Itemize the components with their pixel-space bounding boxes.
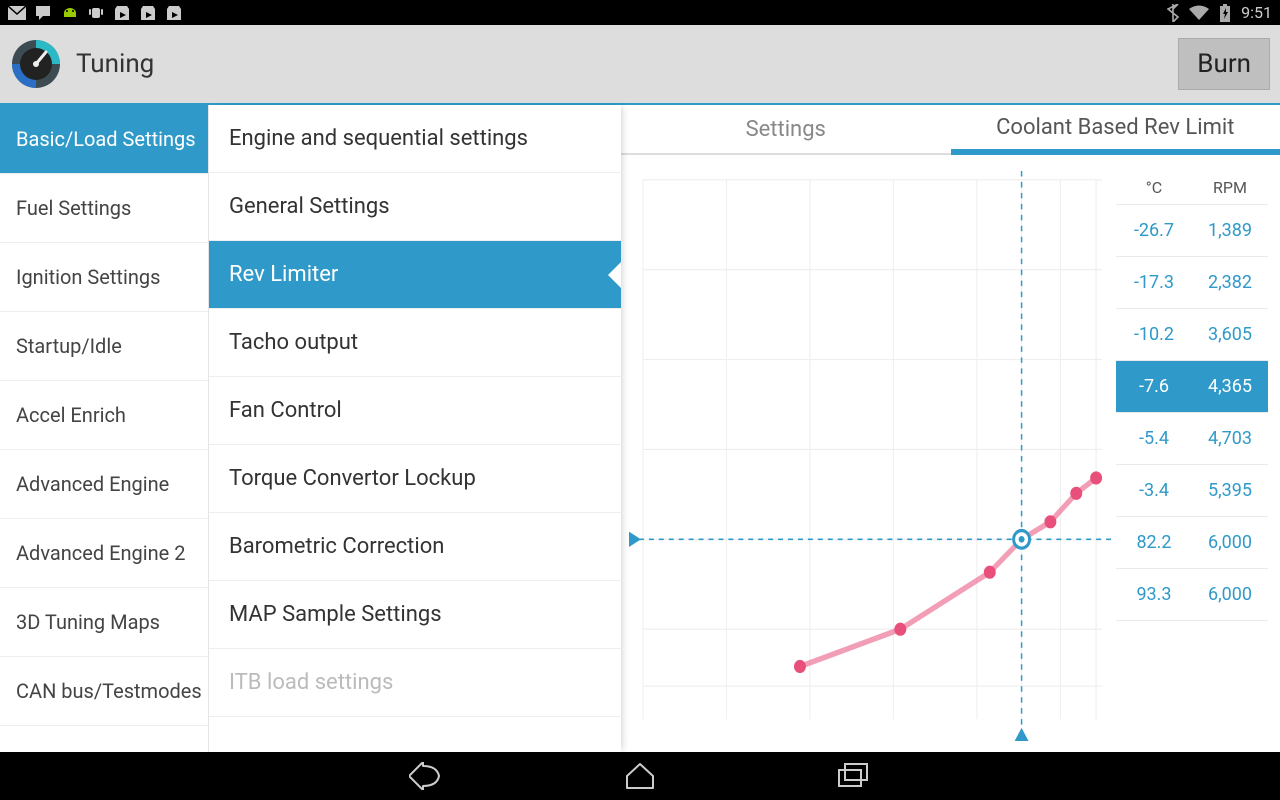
subsetting-item[interactable]: MAP Sample Settings [209, 581, 621, 649]
category-item[interactable]: Ignition Settings [0, 243, 208, 312]
subsetting-item[interactable]: Tacho output [209, 309, 621, 377]
category-item[interactable]: Accel Enrich [0, 381, 208, 450]
category-item[interactable]: Startup/Idle [0, 312, 208, 381]
data-row[interactable]: -10.23,605 [1116, 309, 1268, 361]
cell-celsius: -26.7 [1116, 220, 1192, 241]
data-table-header: °C RPM [1116, 171, 1268, 205]
wifi-icon [1189, 5, 1209, 21]
cell-celsius: -3.4 [1116, 480, 1192, 501]
category-item[interactable]: Fuel Settings [0, 174, 208, 243]
category-item[interactable]: Advanced Engine 2 [0, 519, 208, 588]
cell-celsius: -7.6 [1116, 376, 1192, 397]
chart-area[interactable] [629, 171, 1116, 752]
battery-charging-icon [1219, 4, 1231, 22]
chart-wrap: °C RPM -26.71,389-17.32,382-10.23,605-7.… [621, 155, 1280, 752]
cell-rpm: 1,389 [1192, 220, 1268, 241]
tab-bar: Settings Coolant Based Rev Limit [621, 105, 1280, 155]
subsetting-item[interactable]: Torque Convertor Lockup [209, 445, 621, 513]
header-celsius: °C [1116, 178, 1192, 197]
main-body: Basic/Load SettingsFuel SettingsIgnition… [0, 105, 1280, 752]
app-title: Tuning [76, 49, 1178, 79]
burn-button[interactable]: Burn [1178, 38, 1270, 90]
nav-home-button[interactable] [623, 762, 657, 790]
play-store-icon-2 [140, 5, 156, 21]
nav-recents-button[interactable] [837, 762, 871, 790]
cell-celsius: -5.4 [1116, 428, 1192, 449]
content-pane: Settings Coolant Based Rev Limit °C RPM … [621, 105, 1280, 752]
status-left-icons [8, 5, 182, 21]
android-status-bar: 9:51 [0, 0, 1280, 25]
category-item[interactable]: CAN bus/Testmodes [0, 657, 208, 726]
category-item[interactable]: 3D Tuning Maps [0, 588, 208, 657]
data-row[interactable]: -26.71,389 [1116, 205, 1268, 257]
tab-coolant-rev-limit[interactable]: Coolant Based Rev Limit [951, 105, 1280, 155]
cell-celsius: -17.3 [1116, 272, 1192, 293]
nav-back-button[interactable] [409, 762, 443, 790]
subsetting-item[interactable]: Rev Limiter [209, 241, 621, 309]
bluetooth-icon [1167, 4, 1179, 22]
data-row[interactable]: -5.44,703 [1116, 413, 1268, 465]
subsetting-item: ITB load settings [209, 649, 621, 717]
action-bar: Tuning Burn [0, 25, 1280, 105]
status-right-icons: 9:51 [1167, 3, 1272, 22]
category-item[interactable]: Basic/Load Settings [0, 105, 208, 174]
cell-rpm: 2,382 [1192, 272, 1268, 293]
data-row[interactable]: -17.32,382 [1116, 257, 1268, 309]
cell-celsius: 82.2 [1116, 532, 1192, 553]
subsetting-list: Engine and sequential settingsGeneral Se… [209, 105, 621, 752]
data-row[interactable]: -7.64,365 [1116, 361, 1268, 413]
android-nav-bar [0, 752, 1280, 800]
clock-text: 9:51 [1241, 3, 1272, 22]
cell-celsius: 93.3 [1116, 584, 1192, 605]
cell-rpm: 3,605 [1192, 324, 1268, 345]
header-rpm: RPM [1192, 178, 1268, 197]
app-gauge-icon [10, 38, 62, 90]
data-table: °C RPM -26.71,389-17.32,382-10.23,605-7.… [1116, 171, 1268, 752]
subsetting-item[interactable]: General Settings [209, 173, 621, 241]
cell-rpm: 4,365 [1192, 376, 1268, 397]
subsetting-item[interactable]: Fan Control [209, 377, 621, 445]
gmail-icon [8, 6, 26, 20]
tab-settings[interactable]: Settings [621, 105, 951, 155]
cell-rpm: 6,000 [1192, 584, 1268, 605]
play-store-icon [114, 5, 130, 21]
category-list: Basic/Load SettingsFuel SettingsIgnition… [0, 105, 209, 752]
cell-rpm: 4,703 [1192, 428, 1268, 449]
data-row[interactable]: 93.36,000 [1116, 569, 1268, 621]
chat-icon [36, 6, 52, 20]
android-head-icon [62, 5, 78, 21]
cell-rpm: 6,000 [1192, 532, 1268, 553]
cell-celsius: -10.2 [1116, 324, 1192, 345]
subsetting-item[interactable]: Engine and sequential settings [209, 105, 621, 173]
data-row[interactable]: 82.26,000 [1116, 517, 1268, 569]
subsetting-item[interactable]: Barometric Correction [209, 513, 621, 581]
play-store-icon-3 [166, 5, 182, 21]
android-body-icon [88, 5, 104, 21]
cell-rpm: 5,395 [1192, 480, 1268, 501]
data-row[interactable]: -3.45,395 [1116, 465, 1268, 517]
category-item[interactable]: Advanced Engine [0, 450, 208, 519]
